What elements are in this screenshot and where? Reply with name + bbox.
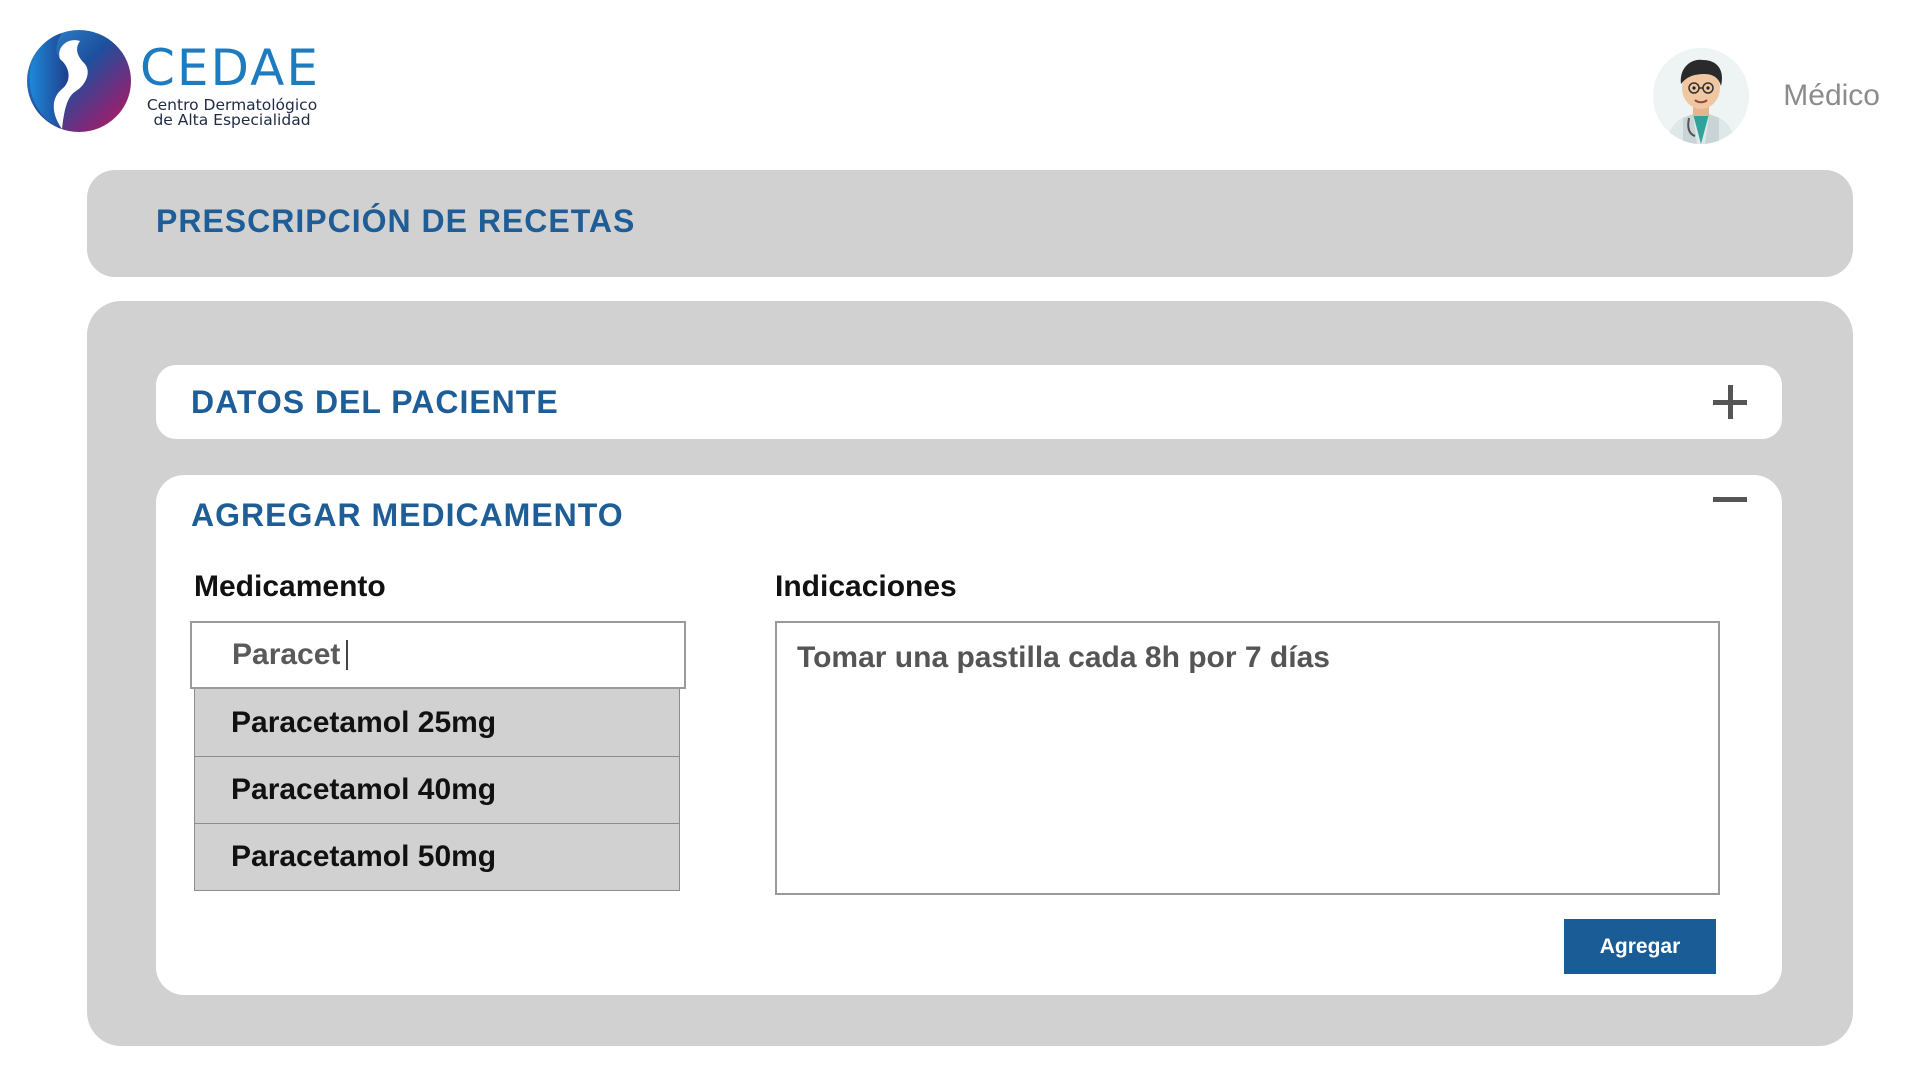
suggestion-item[interactable]: Paracetamol 50mg (195, 823, 679, 890)
page-title-bar: PRESCRIPCIÓN DE RECETAS (87, 170, 1853, 277)
brand-name: CEDAE (140, 39, 320, 97)
suggestion-item[interactable]: Paracetamol 25mg (195, 689, 679, 756)
avatar-illustration (1653, 48, 1750, 144)
suggestion-item[interactable]: Paracetamol 40mg (195, 756, 679, 823)
add-medication-section: AGREGAR MEDICAMENTO Medicamento Indicaci… (156, 475, 1782, 995)
minus-icon[interactable] (1710, 479, 1750, 519)
doctor-avatar-icon[interactable] (1653, 48, 1750, 144)
medication-label: Medicamento (194, 570, 386, 603)
patient-data-section[interactable]: DATOS DEL PACIENTE (156, 365, 1782, 439)
brand-subtitle: Centro Dermatológico de Alta Especialida… (132, 97, 332, 129)
user-menu[interactable]: Médico (1653, 48, 1880, 144)
main-panel: DATOS DEL PACIENTE AGREGAR MEDICAMENTO M… (87, 301, 1853, 1046)
cedae-logo: CEDAE Centro Dermatológico de Alta Espec… (22, 25, 318, 137)
medication-suggestions: Paracetamol 25mg Paracetamol 40mg Parace… (194, 689, 680, 891)
medication-input-value: Paracet (232, 638, 341, 671)
user-role: Médico (1783, 79, 1880, 112)
add-button[interactable]: Agregar (1564, 919, 1716, 974)
medication-search-input[interactable]: Paracet (190, 621, 686, 689)
indications-textarea[interactable]: Tomar una pastilla cada 8h por 7 días (775, 621, 1720, 895)
brand-subtitle-line2: de Alta Especialidad (153, 111, 311, 129)
indications-label: Indicaciones (775, 570, 957, 603)
patient-section-title[interactable]: DATOS DEL PACIENTE (191, 384, 559, 421)
medication-section-title[interactable]: AGREGAR MEDICAMENTO (191, 497, 624, 534)
page-title: PRESCRIPCIÓN DE RECETAS (156, 203, 636, 239)
plus-icon[interactable] (1710, 382, 1750, 422)
prescription-page: CEDAE Centro Dermatológico de Alta Espec… (0, 0, 1920, 1080)
logo-mark-icon (27, 30, 131, 132)
text-caret (346, 640, 349, 670)
